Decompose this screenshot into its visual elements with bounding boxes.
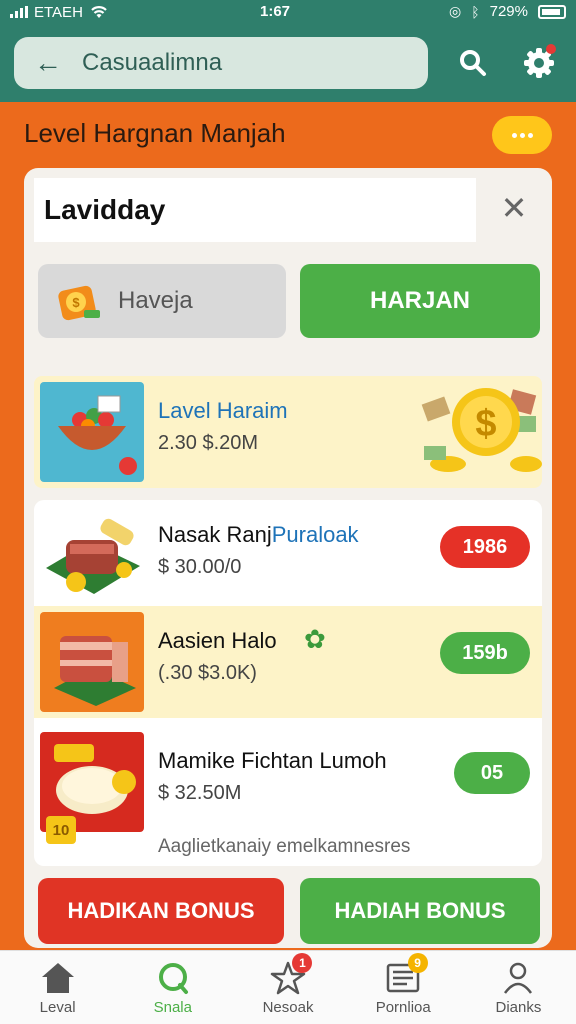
nav-item-pornlioa[interactable]: Pornlioa 9 [346, 951, 461, 1024]
nav-label: Leval [39, 999, 76, 1016]
title-bar: ← Casuaalimna [14, 37, 428, 89]
nav-item-nesoak[interactable]: Nesoak 1 [230, 951, 345, 1024]
coin-stack-icon: $ [421, 388, 542, 472]
row-title: Mamike Fichtan Lumoh [158, 748, 387, 773]
list-item[interactable]: Nasak RanjPuraloak $ 30.00/0 1986 [34, 500, 542, 612]
list-item[interactable]: Aasien Halo ✿ (.30 $3.0K) 159b [34, 606, 542, 718]
row-title: Lavel Haraim [158, 398, 288, 423]
haveja-label: Haveja [118, 287, 193, 314]
row-price: $ 30.00/0 [158, 556, 242, 578]
list-item[interactable]: Lavel Haraim 2.30 $.20M $ [34, 376, 542, 488]
harjan-button[interactable]: HARJAN [300, 264, 540, 338]
search-button[interactable] [454, 44, 492, 82]
row-title: Aasien Halo [158, 628, 277, 653]
page-title: Level Hargnan Manjah [24, 118, 286, 148]
fruit-bowl-image [40, 382, 144, 482]
main-card: Lavidday ✕ $ Haveja HARJAN Lavel Haraim … [24, 168, 552, 948]
list-item[interactable]: 10 Mamike Fichtan Lumoh $ 32.50M 05 Aagl… [34, 726, 542, 866]
bottom-nav: Leval Snala Nesoak 1 Pornlioa 9 Dianks [0, 950, 576, 1024]
hadiah-bonus-button[interactable]: HADIAH BONUS [300, 878, 540, 944]
more-button[interactable] [492, 116, 552, 154]
nav-label: Dianks [495, 999, 542, 1016]
nav-label: Nesoak [262, 999, 314, 1016]
status-badge: 05 [454, 752, 530, 794]
row-title: Nasak RanjPuraloak [158, 522, 359, 547]
row-price: 2.30 $.20M [158, 432, 259, 454]
row-description: Aaglietkanaiy emelkamnesres [158, 836, 411, 857]
search-icon [158, 963, 188, 994]
home-icon [41, 963, 74, 993]
app-bar: ← Casuaalimna [0, 24, 576, 102]
battery-icon [538, 4, 566, 19]
svg-text:$: $ [475, 403, 496, 445]
coin-box-icon: $ [58, 285, 100, 321]
carrier-label: ETAЕН [34, 3, 83, 21]
profile-icon [504, 962, 533, 994]
close-icon[interactable]: ✕ [494, 188, 534, 228]
signal-icon [10, 6, 28, 18]
app-title: Casuaalimna [82, 49, 223, 76]
clock: 1:67 [260, 3, 291, 20]
notification-dot [546, 44, 556, 54]
nav-label: Pornlioa [375, 999, 431, 1016]
tag-badge: 10 [46, 816, 76, 844]
row-price: (.30 $3.0K) [158, 662, 257, 684]
nav-item-dianks[interactable]: Dianks [461, 951, 576, 1024]
meat-image [40, 506, 144, 606]
svg-text:$: $ [72, 295, 80, 310]
status-badge: 159b [440, 632, 530, 674]
ham-image [40, 612, 144, 712]
herb-icon: ✿ [304, 624, 326, 654]
haveja-button[interactable]: $ Haveja [38, 264, 286, 338]
search-icon [460, 50, 486, 76]
row-price: $ 32.50M [158, 782, 242, 804]
nav-item-leval[interactable]: Leval [0, 951, 115, 1024]
row-title-accent: Puraloak [271, 522, 359, 547]
alarm-icon: ◎ [449, 3, 462, 19]
search-input[interactable]: Lavidday [34, 178, 476, 242]
nav-item-snala[interactable]: Snala [115, 951, 230, 1024]
status-badge: 1986 [440, 526, 530, 568]
notification-badge: 1 [292, 953, 313, 973]
bluetooth-icon: ᛒ [471, 3, 480, 20]
back-arrow-icon[interactable]: ← [34, 49, 62, 77]
wifi-icon [91, 6, 107, 18]
hadikan-bonus-button[interactable]: HADIKAN BONUS [38, 878, 284, 944]
battery-percent: 729% [489, 3, 528, 20]
nav-label: Snala [153, 999, 192, 1016]
settings-button[interactable] [520, 44, 558, 82]
notification-badge: 9 [407, 953, 428, 973]
status-bar: ETAЕН 1:67 ◎ ᛒ 729% [0, 0, 576, 24]
